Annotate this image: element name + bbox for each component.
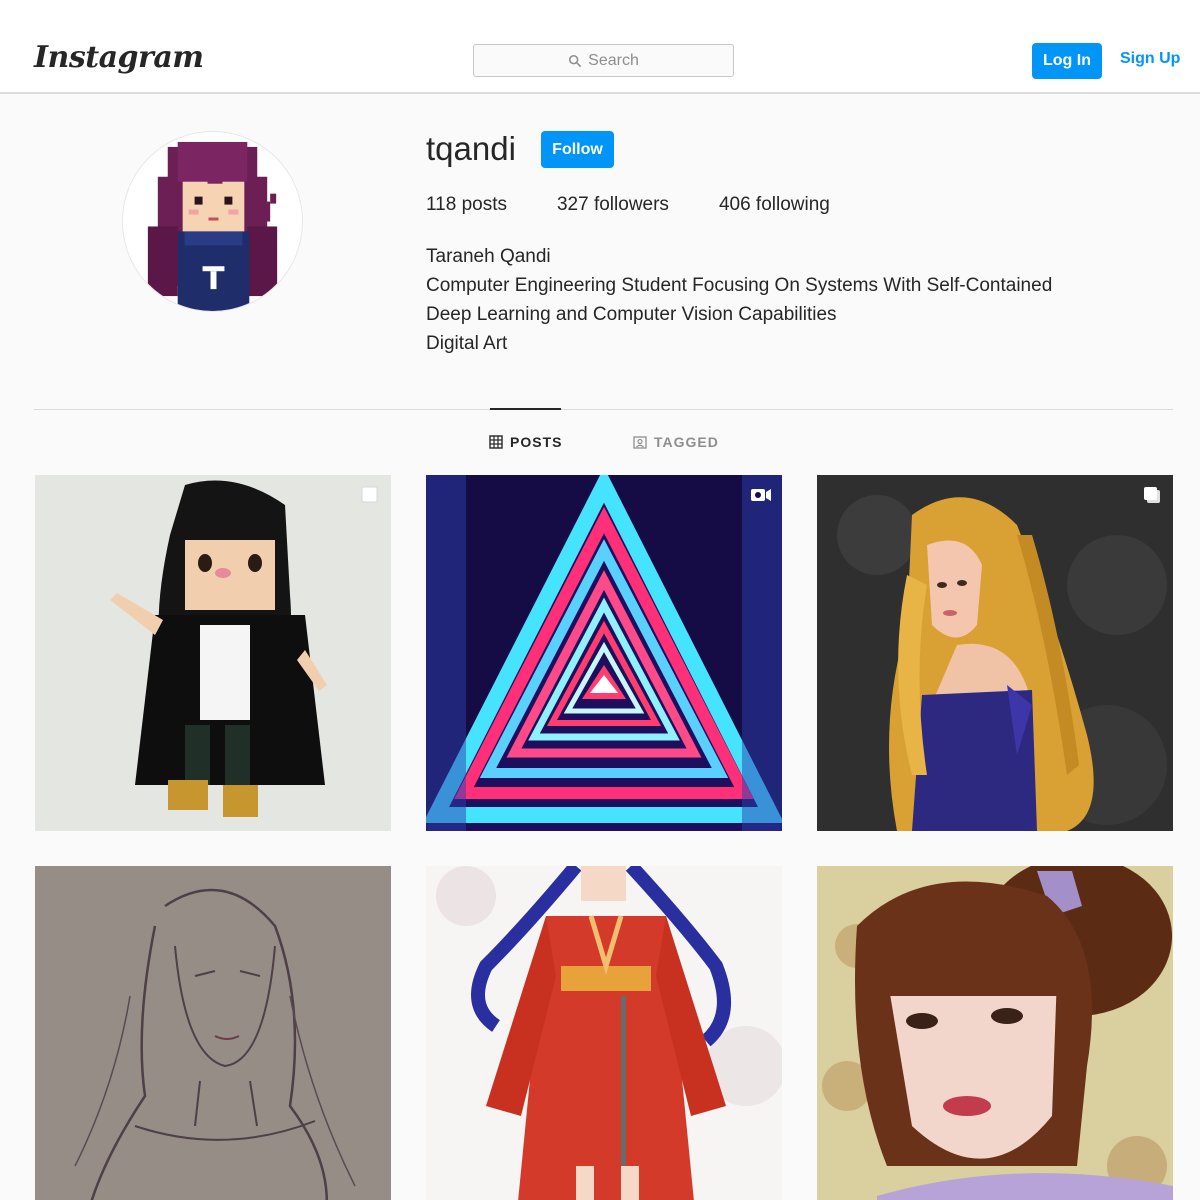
top-navigation-bar: Instagram Search Log In Sign Up bbox=[0, 0, 1200, 94]
profile-username: tqandi bbox=[426, 130, 516, 167]
post-image-neon-triangle-tunnel bbox=[426, 475, 782, 831]
video-icon bbox=[751, 489, 771, 501]
follow-button[interactable]: Follow bbox=[541, 131, 614, 168]
post-image-paper-doll bbox=[35, 475, 391, 831]
post-thumbnail[interactable] bbox=[35, 866, 391, 1200]
bio-line: Computer Engineering Student Focusing On… bbox=[426, 275, 1053, 296]
tab-posts-label: POSTS bbox=[510, 434, 563, 450]
post-thumbnail[interactable] bbox=[817, 475, 1173, 831]
search-box[interactable]: Search bbox=[473, 44, 734, 77]
instagram-logo[interactable]: Instagram bbox=[34, 40, 204, 75]
carousel-icon bbox=[361, 486, 378, 503]
profile-stats: 118 posts 327 followers 406 following bbox=[426, 194, 880, 216]
following-count[interactable]: 406 following bbox=[719, 194, 830, 216]
profile-avatar[interactable] bbox=[122, 131, 303, 312]
log-in-button[interactable]: Log In bbox=[1032, 43, 1102, 79]
search-placeholder: Search bbox=[588, 51, 639, 69]
grid-icon bbox=[489, 435, 503, 449]
post-thumbnail[interactable] bbox=[426, 866, 782, 1200]
search-icon bbox=[569, 54, 582, 67]
post-image-brunette-portrait bbox=[817, 866, 1173, 1200]
post-image-kimono-girl bbox=[426, 866, 782, 1200]
profile-bio: Taraneh Qandi Computer Engineering Stude… bbox=[426, 242, 1166, 358]
post-thumbnail[interactable] bbox=[817, 866, 1173, 1200]
avatar-pixel-art-image bbox=[123, 132, 302, 311]
carousel-icon bbox=[1144, 487, 1160, 503]
sign-up-link[interactable]: Sign Up bbox=[1120, 50, 1180, 68]
bio-line: Deep Learning and Computer Vision Capabi… bbox=[426, 304, 837, 325]
post-thumbnail[interactable] bbox=[35, 475, 391, 831]
tab-tagged[interactable]: TAGGED bbox=[633, 434, 719, 450]
tabs-divider bbox=[34, 409, 1173, 410]
bio-line: Digital Art bbox=[426, 333, 508, 354]
post-image-pencil-sketch-girl bbox=[35, 866, 391, 1200]
tagged-icon bbox=[633, 436, 647, 449]
tab-tagged-label: TAGGED bbox=[654, 434, 719, 450]
post-thumbnail[interactable] bbox=[426, 475, 782, 831]
tab-posts[interactable]: POSTS bbox=[489, 434, 562, 450]
full-name: Taraneh Qandi bbox=[426, 246, 551, 267]
posts-count: 118 posts bbox=[426, 194, 507, 215]
active-tab-indicator bbox=[490, 408, 561, 410]
post-image-blonde-woman-portrait bbox=[817, 475, 1173, 831]
followers-count[interactable]: 327 followers bbox=[557, 194, 669, 216]
